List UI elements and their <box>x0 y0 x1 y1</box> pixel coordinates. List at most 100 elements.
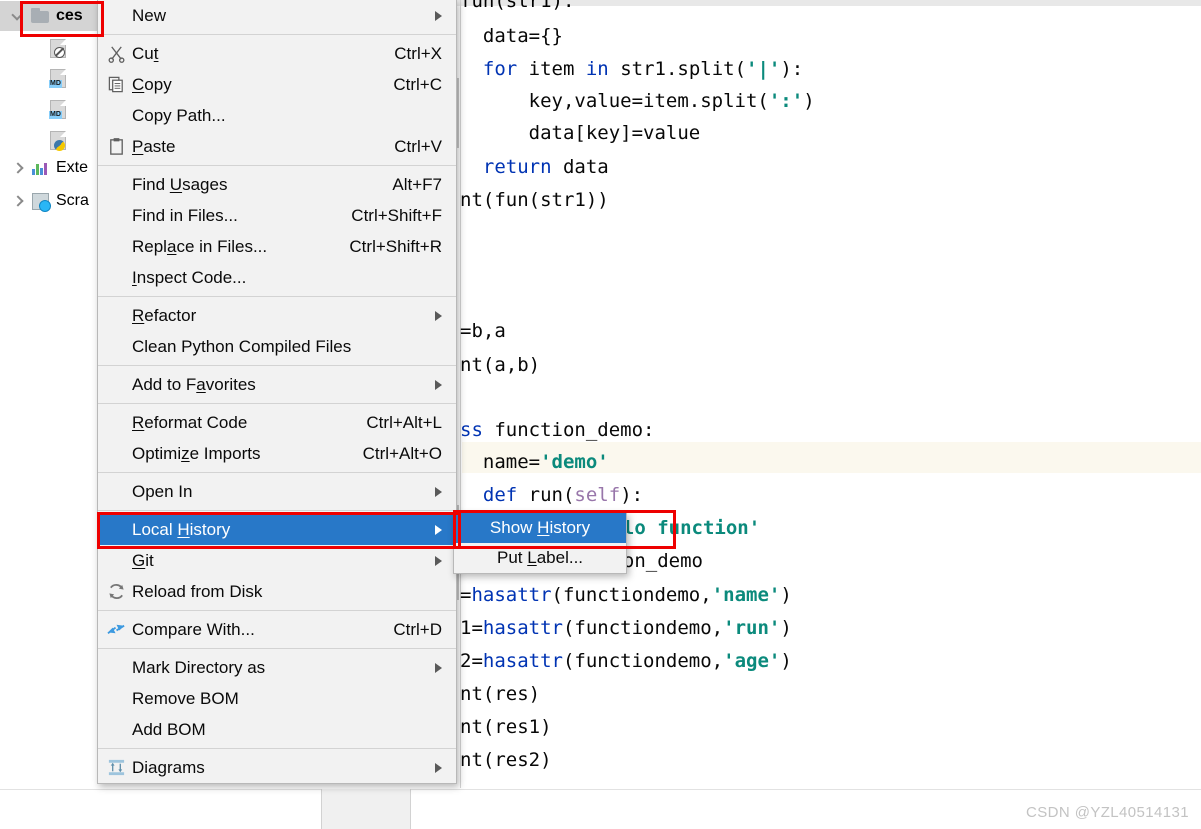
code-line: for item in str1.split('|'): <box>482 58 804 80</box>
tree-item-scra[interactable]: Scra <box>0 186 100 216</box>
menu-item-reload-from-disk[interactable]: Reload from Disk <box>98 576 456 607</box>
menu-item-label: Cut <box>132 43 159 63</box>
menu-item-git[interactable]: Git <box>98 545 456 576</box>
status-bar-segment[interactable] <box>321 789 411 829</box>
submenu-item-show-history[interactable]: Show History <box>454 513 626 543</box>
menu-item-find-in-files[interactable]: Find in Files... Ctrl+Shift+F <box>98 200 456 231</box>
menu-item-add-to-favorites[interactable]: Add to Favorites <box>98 369 456 400</box>
copy-icon <box>98 69 132 100</box>
menu-item-label: Add to Favorites <box>132 374 256 394</box>
menu-item-compare-with[interactable]: Compare With... Ctrl+D <box>98 614 456 645</box>
scratches-icon <box>30 191 51 212</box>
chevron-right-icon[interactable] <box>10 193 26 209</box>
menu-item-label: Local History <box>132 519 231 539</box>
menu-separator <box>98 610 456 611</box>
menu-item-icon-slot <box>98 100 132 131</box>
menu-item-label: Mark Directory as <box>132 657 266 677</box>
menu-item-reformat-code[interactable]: Reformat Code Ctrl+Alt+L <box>98 407 456 438</box>
code-line: 2=hasattr(functiondemo,'age') <box>460 650 792 672</box>
menu-item-new[interactable]: New <box>98 0 456 31</box>
menu-item-optimize-imports[interactable]: Optimize Imports Ctrl+Alt+O <box>98 438 456 469</box>
menu-separator <box>98 296 456 297</box>
submenu-arrow-icon <box>435 762 442 773</box>
external-libraries-icon <box>30 158 50 178</box>
menu-item-diagrams[interactable]: Diagrams <box>98 752 456 783</box>
menu-item-paste[interactable]: Paste Ctrl+V <box>98 131 456 162</box>
menu-separator <box>98 403 456 404</box>
project-tree[interactable]: ces MD MD Exte Scra <box>0 0 100 788</box>
code-line: def run(self): <box>482 484 644 506</box>
submenu-item-label: Show History <box>489 518 591 537</box>
menu-item-label: Optimize Imports <box>132 443 261 463</box>
code-line: nt(res) <box>460 683 541 705</box>
code-line: nt(fun(str1)) <box>460 189 609 211</box>
submenu-arrow-icon <box>435 310 442 321</box>
menu-item-icon-slot <box>98 300 132 331</box>
menu-item-shortcut: Ctrl+Alt+L <box>366 412 442 432</box>
menu-item-icon-slot <box>98 169 132 200</box>
menu-separator <box>98 510 456 511</box>
context-menu[interactable]: New Cut Ctrl+X Copy Ctrl+C Copy Path... Paste C… <box>97 0 457 784</box>
tree-item-label: Exte <box>56 159 89 176</box>
menu-item-mark-directory-as[interactable]: Mark Directory as <box>98 652 456 683</box>
menu-item-icon-slot <box>98 0 132 31</box>
tree-item-file-3[interactable]: MD <box>0 94 100 124</box>
menu-item-icon-slot <box>98 545 132 576</box>
menu-item-label: Refactor <box>132 305 197 325</box>
code-line: nt(res1) <box>460 716 552 738</box>
compare-icon <box>98 614 132 645</box>
submenu-arrow-icon <box>435 555 442 566</box>
menu-item-add-bom[interactable]: Add BOM <box>98 714 456 745</box>
tree-item-exte[interactable]: Exte <box>0 153 100 183</box>
menu-separator <box>98 165 456 166</box>
menu-item-local-history[interactable]: Local History <box>98 514 456 545</box>
tree-item-file-4[interactable] <box>0 125 100 155</box>
bottom-divider <box>0 789 1201 790</box>
submenu-arrow-icon <box>435 662 442 673</box>
menu-item-remove-bom[interactable]: Remove BOM <box>98 683 456 714</box>
menu-separator <box>98 472 456 473</box>
menu-item-shortcut: Ctrl+Alt+O <box>362 443 442 463</box>
menu-separator <box>98 34 456 35</box>
code-line: fun(str1): <box>460 0 575 12</box>
menu-item-label: Diagrams <box>132 757 205 777</box>
menu-item-shortcut: Ctrl+V <box>394 136 442 156</box>
tree-item-file-1[interactable] <box>0 33 100 63</box>
menu-item-replace-in-files[interactable]: Replace in Files... Ctrl+Shift+R <box>98 231 456 262</box>
menu-item-icon-slot <box>98 514 132 545</box>
menu-item-label: Remove BOM <box>132 688 239 708</box>
menu-item-shortcut: Ctrl+X <box>394 43 442 63</box>
menu-item-open-in[interactable]: Open In <box>98 476 456 507</box>
tree-item-file-2[interactable]: MD <box>0 63 100 93</box>
menu-item-find-usages[interactable]: Find Usages Alt+F7 <box>98 169 456 200</box>
code-line: =hasattr(functiondemo,'name') <box>460 584 792 606</box>
menu-item-refactor[interactable]: Refactor <box>98 300 456 331</box>
menu-item-copy-path[interactable]: Copy Path... <box>98 100 456 131</box>
code-line: nt(res2) <box>460 749 552 771</box>
tree-item-ces[interactable]: ces <box>0 1 100 31</box>
menu-item-label: Copy Path... <box>132 105 226 125</box>
code-text[interactable]: fun(str1): data={} for item in str1.spli… <box>455 0 1201 788</box>
menu-item-label: New <box>132 5 167 25</box>
menu-separator <box>98 748 456 749</box>
menu-item-icon-slot <box>98 714 132 745</box>
local-history-submenu[interactable]: Show History Put Label... <box>453 512 627 574</box>
chevron-right-icon[interactable] <box>10 160 26 176</box>
submenu-arrow-icon <box>435 379 442 390</box>
submenu-item-put-label[interactable]: Put Label... <box>454 543 626 573</box>
python-file-icon <box>48 130 68 151</box>
menu-item-copy[interactable]: Copy Ctrl+C <box>98 69 456 100</box>
refresh-icon <box>98 576 132 607</box>
menu-item-label: Copy <box>132 74 172 94</box>
menu-item-label: Reformat Code <box>132 412 248 432</box>
menu-item-cut[interactable]: Cut Ctrl+X <box>98 38 456 69</box>
markdown-file-icon: MD <box>48 99 68 119</box>
code-line: 1=hasattr(functiondemo,'run') <box>460 617 792 639</box>
menu-item-icon-slot <box>98 331 132 362</box>
menu-item-shortcut: Ctrl+C <box>393 74 442 94</box>
tree-item-label: ces <box>56 7 83 24</box>
menu-item-inspect-code[interactable]: Inspect Code... <box>98 262 456 293</box>
menu-item-icon-slot <box>98 407 132 438</box>
menu-item-clean-python-compiled-files[interactable]: Clean Python Compiled Files <box>98 331 456 362</box>
chevron-down-icon[interactable] <box>10 8 26 24</box>
